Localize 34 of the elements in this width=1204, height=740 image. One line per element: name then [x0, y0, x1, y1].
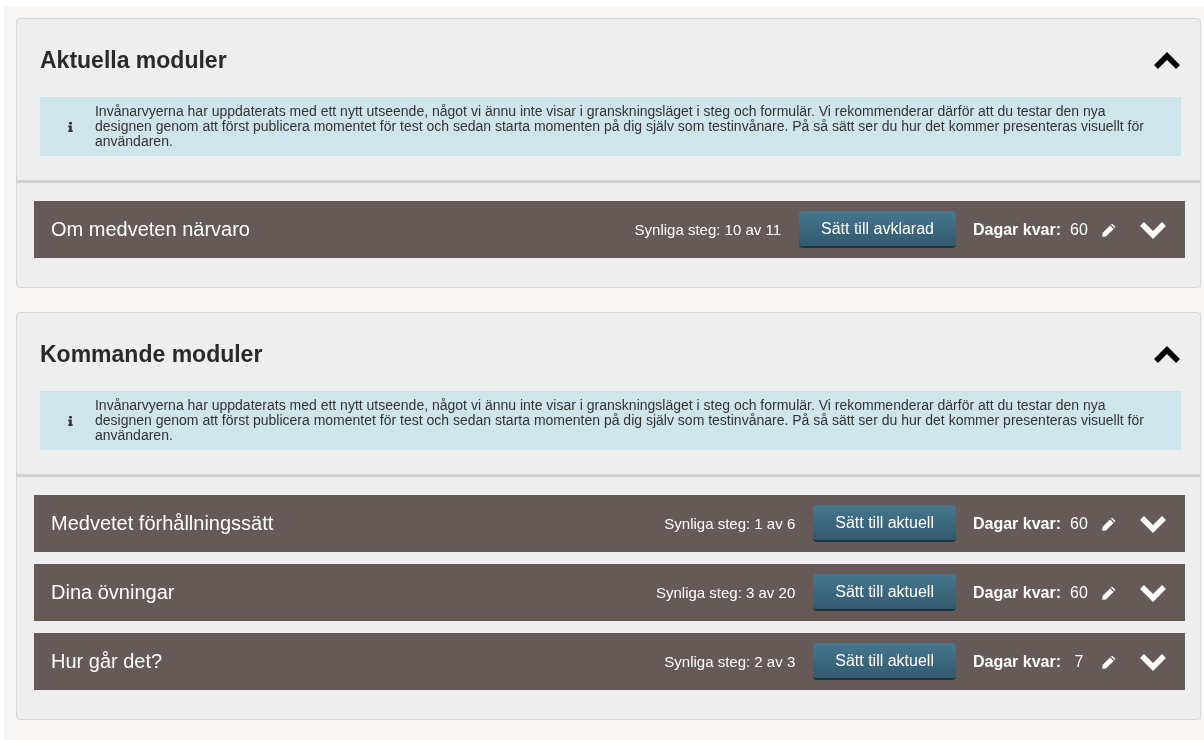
pencil-icon[interactable] — [1101, 515, 1117, 532]
chevron-up-icon[interactable] — [1153, 50, 1181, 70]
info-text: Invånarvyerna har uppdaterats med ett nytt utseende, något vi ännu inte visar i granskningsläget i steg och formulär. Vi rekommenderar därför att du testar den nya designen genom att först publicera momentet för test och sedan starta momenten på dig själv som testinvånare. På så sätt ser du hur det kommer presenteras visuellt för användaren. — [94, 104, 1145, 149]
days-left-value: 60 — [1069, 583, 1089, 602]
visible-steps: Synliga steg: 3 av 20 — [655, 584, 796, 601]
chevron-up-icon[interactable] — [1153, 344, 1181, 364]
chevron-down-icon[interactable] — [1139, 219, 1167, 240]
module-title: Medvetet förhållningssätt — [51, 512, 275, 535]
set-status-button[interactable]: Sätt till avklarad — [799, 211, 956, 248]
module-title: Om medveten närvaro — [51, 218, 251, 241]
visible-steps: Synliga steg: 10 av 11 — [634, 221, 781, 238]
set-status-button[interactable]: Sätt till aktuell — [813, 643, 956, 680]
days-left-label: Dagar kvar: — [972, 514, 1061, 533]
chevron-down-icon[interactable] — [1139, 651, 1167, 672]
pencil-icon[interactable] — [1101, 653, 1117, 670]
panel-title: Aktuella moduler — [40, 46, 227, 74]
pencil-icon[interactable] — [1101, 584, 1117, 601]
visible-steps: Synliga steg: 2 av 3 — [664, 653, 796, 670]
days-left-label: Dagar kvar: — [972, 652, 1061, 671]
days-left-label: Dagar kvar: — [972, 220, 1061, 239]
info-text: Invånarvyerna har uppdaterats med ett nytt utseende, något vi ännu inte visar i granskningsläget i steg och formulär. Vi rekommenderar därför att du testar den nya designen genom att först publicera momentet för test och sedan starta momenten på dig själv som testinvånare. På så sätt ser du hur det kommer presenteras visuellt för användaren. — [94, 398, 1145, 443]
chevron-down-icon[interactable] — [1139, 582, 1167, 603]
module-title: Hur går det? — [51, 650, 164, 673]
pencil-icon[interactable] — [1101, 221, 1117, 238]
set-status-button[interactable]: Sätt till aktuell — [813, 574, 956, 611]
days-left-value: 7 — [1073, 652, 1085, 671]
visible-steps: Synliga steg: 1 av 6 — [664, 515, 796, 532]
days-left-label: Dagar kvar: — [972, 583, 1061, 602]
module-title: Dina övningar — [51, 581, 176, 604]
set-status-button[interactable]: Sätt till aktuell — [813, 505, 956, 542]
days-left-value: 60 — [1069, 220, 1089, 239]
panel-title: Kommande moduler — [40, 340, 263, 368]
days-left-value: 60 — [1069, 514, 1089, 533]
chevron-down-icon[interactable] — [1139, 513, 1167, 534]
